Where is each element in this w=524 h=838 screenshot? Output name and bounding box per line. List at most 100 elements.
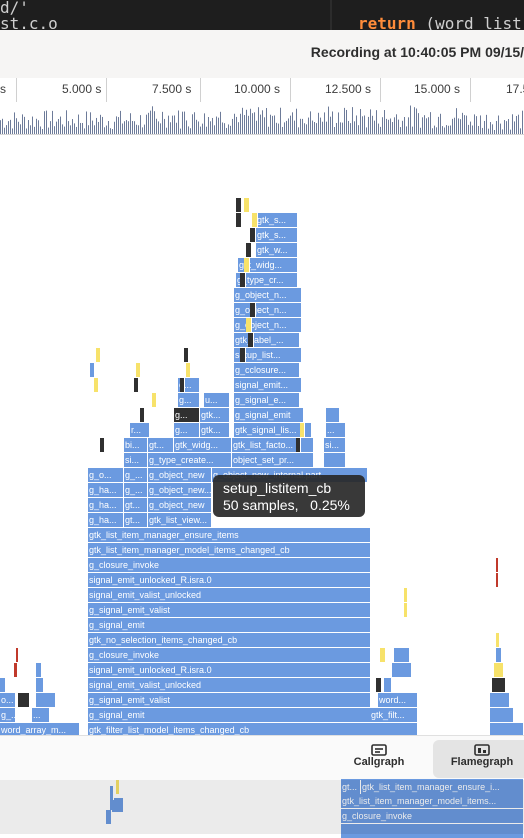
flame-frame[interactable] <box>36 678 44 692</box>
flame-frame[interactable]: signal_emit_valist_unlocked <box>88 588 371 602</box>
flame-frame[interactable]: g... <box>174 423 200 437</box>
flame-frame[interactable]: gtk... <box>200 423 230 437</box>
flame-frame[interactable]: gt... <box>148 438 174 452</box>
flame-frame[interactable]: gt... <box>124 498 148 512</box>
flame-frame[interactable] <box>246 318 252 332</box>
flame-frame[interactable]: g_signal_e... <box>234 393 300 407</box>
flame-frame[interactable] <box>96 348 101 362</box>
flame-frame[interactable]: g_closure_invoke <box>88 558 371 572</box>
flame-frame[interactable]: g_o... <box>88 468 124 482</box>
flame-frame[interactable] <box>134 378 139 392</box>
flame-frame[interactable]: g_signal_emit_valist <box>88 693 371 707</box>
flame-frame[interactable]: bi... <box>124 438 148 452</box>
flame-frame[interactable] <box>394 648 410 662</box>
flame-frame[interactable]: gtk_list_facto... <box>232 438 314 452</box>
flame-frame[interactable] <box>496 633 500 647</box>
flame-frame[interactable] <box>496 573 499 587</box>
flame-frame[interactable]: g_cclosure... <box>234 363 300 377</box>
flame-frame[interactable]: gtk... <box>200 408 230 422</box>
flame-frame[interactable] <box>16 648 19 662</box>
flame-frame[interactable] <box>240 273 246 287</box>
flame-frame[interactable]: g_signal_emit <box>88 708 371 722</box>
flame-frame[interactable] <box>392 663 412 677</box>
flame-frame[interactable]: g... <box>174 408 200 422</box>
flame-frame[interactable] <box>136 363 141 377</box>
flame-frame[interactable]: gtk_filter_list_model_items_changed_cb <box>88 723 418 735</box>
flame-frame[interactable] <box>0 678 6 692</box>
flame-frame[interactable] <box>152 393 157 407</box>
flame-frame[interactable]: gtk_w... <box>256 243 298 257</box>
flame-frame[interactable]: g_... <box>0 708 16 722</box>
flame-frame[interactable]: gtk_filt... <box>370 708 418 722</box>
flame-frame[interactable]: g_object_n... <box>234 318 302 332</box>
flame-frame[interactable]: object_set_pr... <box>232 453 314 467</box>
flame-frame[interactable] <box>492 678 506 692</box>
flame-frame[interactable] <box>244 198 250 212</box>
flame-frame[interactable]: g_ha... <box>88 498 124 512</box>
flame-frame[interactable]: g_ha... <box>88 483 124 497</box>
flame-frame[interactable]: o... <box>0 693 16 707</box>
flame-frame[interactable]: g_object_n... <box>234 288 302 302</box>
flame-frame[interactable]: r... <box>130 423 150 437</box>
flame-frame[interactable]: gtk_label_... <box>234 333 300 347</box>
flame-frame[interactable] <box>180 378 185 392</box>
flame-frame[interactable] <box>404 603 408 617</box>
flame-frame[interactable] <box>248 333 254 347</box>
flame-frame[interactable]: signal_emit... <box>234 378 302 392</box>
flame-frame[interactable]: signal_emit_unlocked_R.isra.0 <box>88 573 371 587</box>
flame-frame[interactable] <box>140 408 145 422</box>
flame-frame[interactable]: g_closure_invoke <box>88 648 371 662</box>
flame-frame[interactable] <box>244 258 250 272</box>
flame-frame[interactable]: g_object_n... <box>234 303 302 317</box>
flame-frame[interactable] <box>296 438 301 452</box>
flame-frame[interactable] <box>18 693 30 707</box>
flame-frame[interactable]: ... <box>32 708 50 722</box>
flame-frame[interactable] <box>404 588 408 602</box>
flame-frame[interactable]: g_ha... <box>88 513 124 527</box>
flame-frame[interactable]: g_... <box>124 483 148 497</box>
flame-frame[interactable] <box>496 648 502 662</box>
flame-frame[interactable] <box>36 693 56 707</box>
flame-frame[interactable] <box>14 663 18 677</box>
flame-frame[interactable] <box>94 378 99 392</box>
flame-frame[interactable] <box>324 453 346 467</box>
flame-frame[interactable] <box>376 678 382 692</box>
flame-frame[interactable] <box>250 228 256 242</box>
flame-frame[interactable]: u... <box>204 393 230 407</box>
flame-frame[interactable] <box>236 198 242 212</box>
flame-frame[interactable]: si... <box>124 453 148 467</box>
flame-frame[interactable]: g_signal_emit_valist <box>88 603 371 617</box>
flame-frame[interactable]: gtk_no_selection_items_changed_cb <box>88 633 371 647</box>
flame-frame[interactable] <box>250 303 256 317</box>
flame-frame[interactable] <box>184 348 189 362</box>
flame-frame[interactable]: g_object_new <box>148 468 212 482</box>
flame-frame[interactable] <box>300 423 305 437</box>
flame-frame[interactable]: gtk_s... <box>256 213 298 227</box>
flame-frame[interactable] <box>496 558 499 572</box>
flame-frame[interactable]: gtk_list_item_manager_ensure_items <box>88 528 371 542</box>
flame-frame[interactable] <box>490 708 514 722</box>
flame-frame[interactable] <box>490 723 524 735</box>
flame-frame[interactable] <box>252 213 258 227</box>
flame-frame[interactable] <box>240 348 246 362</box>
flame-frame[interactable]: g_object_new... <box>148 483 212 497</box>
flame-frame[interactable] <box>100 438 105 452</box>
flame-frame[interactable] <box>246 243 252 257</box>
flame-frame[interactable] <box>36 663 42 677</box>
flame-frame[interactable]: g_signal_emit <box>88 618 371 632</box>
flame-frame[interactable]: gtk_s... <box>256 228 298 242</box>
tab-callgraph[interactable]: Callgraph <box>340 740 418 778</box>
flame-frame[interactable]: gtk_list_item_manager_model_items_change… <box>88 543 371 557</box>
flame-frame[interactable] <box>384 678 392 692</box>
flame-frame[interactable]: gtk_list_view... <box>148 513 212 527</box>
flame-frame[interactable]: si... <box>324 438 346 452</box>
flame-frame[interactable]: g... <box>178 393 200 407</box>
flame-frame[interactable] <box>90 363 95 377</box>
flame-frame[interactable]: g_type_create... <box>148 453 232 467</box>
flame-frame[interactable]: signal_emit_valist_unlocked <box>88 678 371 692</box>
flame-frame[interactable] <box>494 663 504 677</box>
flame-frame[interactable]: ... <box>326 423 346 437</box>
flame-frame[interactable] <box>326 408 340 422</box>
flame-frame[interactable] <box>380 648 386 662</box>
flame-frame[interactable]: signal_emit_unlocked_R.isra.0 <box>88 663 371 677</box>
